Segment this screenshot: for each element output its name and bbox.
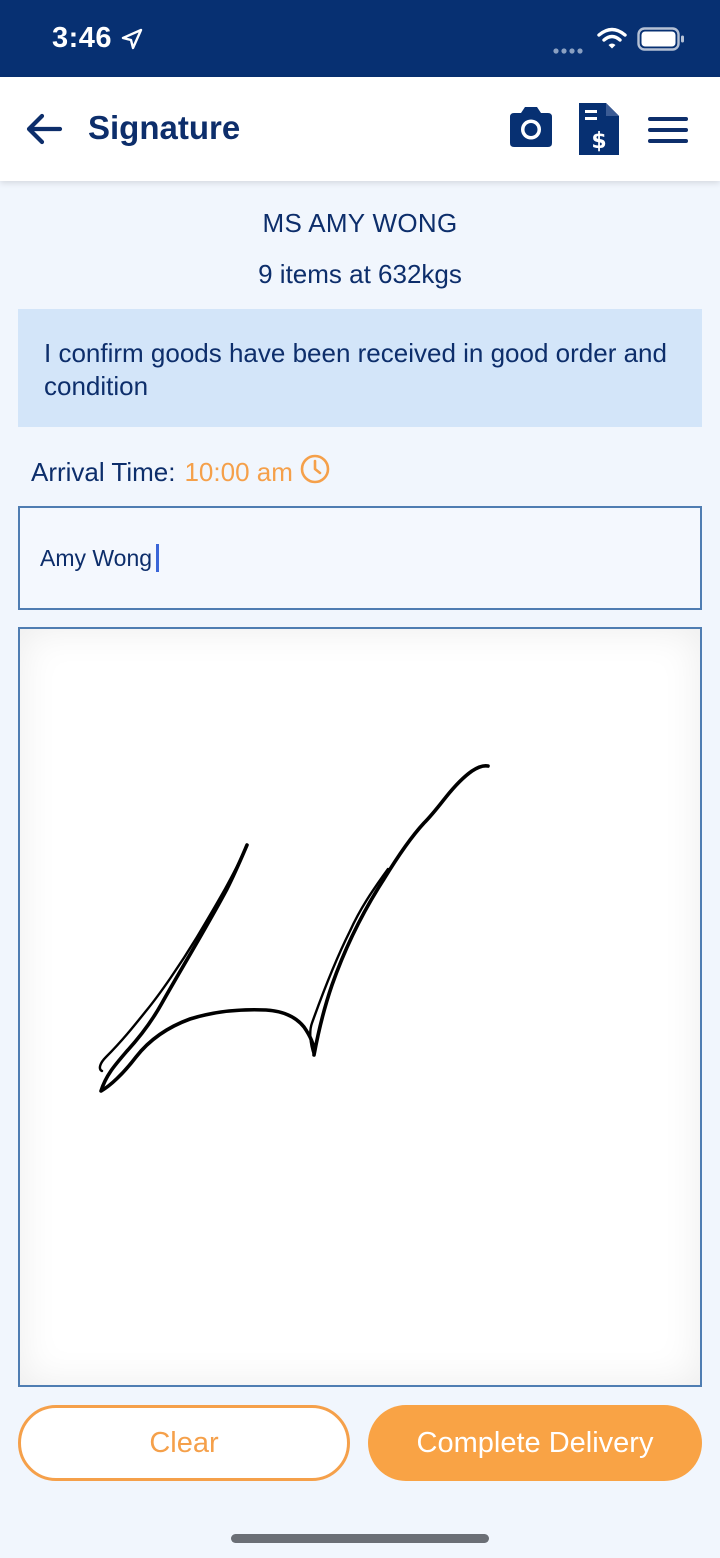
invoice-button[interactable]: $ [576, 101, 622, 157]
signature-pad[interactable] [18, 627, 702, 1387]
svg-text:$: $ [591, 129, 606, 154]
complete-delivery-button[interactable]: Complete Delivery [368, 1405, 702, 1481]
battery-icon [637, 27, 685, 56]
signatory-name-input[interactable]: Amy Wong [18, 506, 702, 610]
camera-icon [506, 107, 556, 155]
signatory-name-value: Amy Wong [40, 544, 153, 571]
arrival-time-label: Arrival Time: [31, 456, 176, 487]
hamburger-menu-icon [644, 117, 692, 155]
app-header: Signature $ [0, 77, 720, 181]
cellular-signal-icon [552, 42, 588, 60]
back-button[interactable] [22, 107, 66, 151]
wifi-icon [597, 26, 627, 55]
confirmation-text: I confirm goods have been received in go… [44, 338, 667, 401]
clock-icon[interactable] [299, 453, 331, 492]
clear-button[interactable]: Clear [18, 1405, 350, 1481]
text-cursor [156, 544, 160, 572]
status-time: 3:46 [52, 22, 113, 54]
arrival-time-value[interactable]: 10:00 am [184, 457, 292, 488]
arrival-time-row: Arrival Time: 10:00 am [31, 453, 331, 492]
location-arrow-icon [120, 27, 144, 56]
status-bar: 3:46 [0, 0, 720, 77]
invoice-document-icon: $ [576, 103, 622, 161]
signature-drawing [98, 763, 490, 1093]
camera-button[interactable] [506, 105, 556, 151]
home-indicator[interactable] [231, 1534, 489, 1543]
page-title: Signature [88, 109, 241, 146]
customer-name: MS AMY WONG [262, 208, 458, 238]
items-summary: 9 items at 632kgs [258, 259, 462, 289]
confirmation-notice: I confirm goods have been received in go… [18, 309, 702, 427]
back-arrow-icon [22, 113, 66, 155]
menu-button[interactable] [644, 111, 692, 151]
